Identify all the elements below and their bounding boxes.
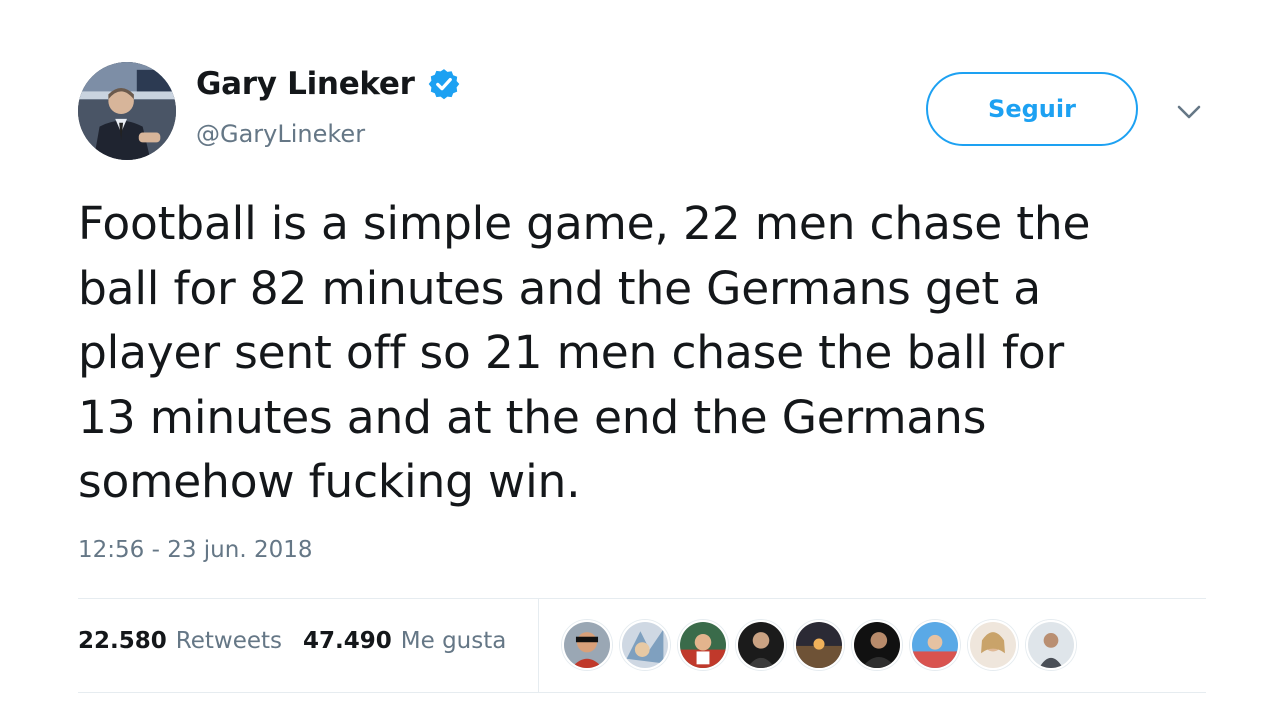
stats-separator: [538, 598, 539, 692]
liker-avatars: [562, 620, 1076, 670]
author-avatar[interactable]: [78, 62, 176, 160]
author-name-row: Gary Lineker: [196, 66, 461, 102]
retweets-count: 22.580: [78, 628, 167, 654]
liker-avatar[interactable]: [562, 620, 612, 670]
liker-avatar[interactable]: [678, 620, 728, 670]
liker-avatar[interactable]: [794, 620, 844, 670]
retweets-label: Retweets: [175, 628, 282, 654]
likes-label: Me gusta: [400, 628, 507, 654]
retweets-stat[interactable]: 22.580 Retweets: [78, 628, 282, 654]
likes-stat[interactable]: 47.490 Me gusta: [303, 628, 506, 654]
divider-bottom: [78, 692, 1206, 693]
verified-badge-icon: [428, 69, 459, 100]
likes-count: 47.490: [303, 628, 392, 654]
follow-button[interactable]: Seguir: [926, 72, 1138, 146]
liker-avatar[interactable]: [1026, 620, 1076, 670]
author-display-name[interactable]: Gary Lineker: [196, 66, 415, 102]
tweet-stats: 22.580 Retweets 47.490 Me gusta: [78, 628, 506, 654]
divider-top: [78, 598, 1206, 599]
liker-avatar[interactable]: [968, 620, 1018, 670]
tweet-card: Gary Lineker @GaryLineker Seguir Footbal…: [0, 0, 1280, 712]
author-handle[interactable]: @GaryLineker: [196, 120, 365, 148]
liker-avatar[interactable]: [910, 620, 960, 670]
tweet-text: Football is a simple game, 22 men chase …: [78, 197, 1091, 508]
tweet-timestamp[interactable]: 12:56 - 23 jun. 2018: [78, 537, 312, 563]
chevron-down-icon[interactable]: [1172, 98, 1206, 126]
liker-avatar[interactable]: [620, 620, 670, 670]
liker-avatar[interactable]: [736, 620, 786, 670]
liker-avatar[interactable]: [852, 620, 902, 670]
